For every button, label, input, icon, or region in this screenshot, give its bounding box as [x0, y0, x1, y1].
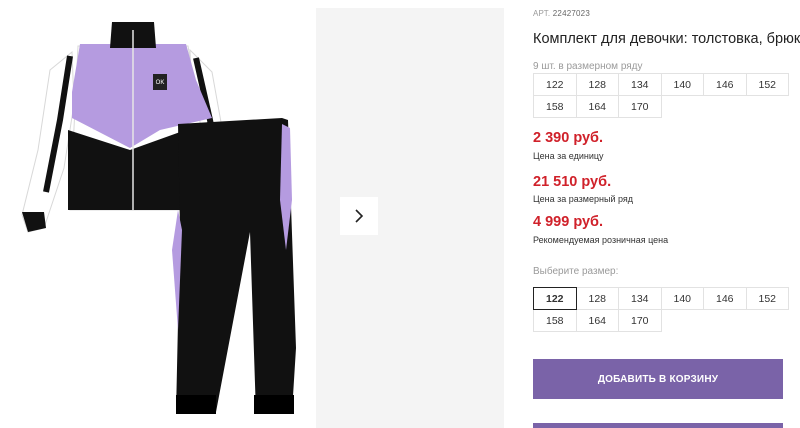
secondary-action-button[interactable] — [533, 423, 783, 428]
price-unit: 2 390 руб. — [533, 130, 604, 146]
product-image[interactable]: OK — [0, 0, 316, 428]
add-to-cart-button[interactable]: ДОБАВИТЬ В КОРЗИНУ — [533, 359, 783, 399]
price-row: 21 510 руб. — [533, 174, 612, 190]
product-gallery: OK — [0, 0, 505, 428]
article-prefix: АРТ. — [533, 9, 551, 18]
price-retail: 4 999 руб. — [533, 214, 604, 230]
product-info-panel: АРТ. 22427023 Комплект для девочки: толс… — [533, 0, 800, 428]
size-row-cell: 146 — [703, 73, 747, 96]
size-selector: 122 128 134 140 146 152 158 164 170 — [533, 287, 789, 332]
size-row-cell: 158 — [533, 95, 577, 118]
gallery-next-button[interactable] — [340, 197, 378, 235]
price-unit-label: Цена за единицу — [533, 151, 604, 161]
article-number: АРТ. 22427023 — [533, 9, 590, 18]
size-row-cell: 128 — [575, 73, 619, 96]
size-row-note: 9 шт. в размерном ряду — [533, 61, 643, 72]
girls-tracksuit-photo: OK — [21, 22, 296, 414]
product-title: Комплект для девочки: толстовка, брюки — [533, 31, 800, 47]
size-option-134[interactable]: 134 — [618, 287, 662, 310]
size-option-158[interactable]: 158 — [533, 309, 577, 332]
chevron-right-icon — [355, 209, 364, 223]
size-row-cell: 152 — [745, 73, 789, 96]
size-option-128[interactable]: 128 — [575, 287, 619, 310]
size-option-164[interactable]: 164 — [575, 309, 619, 332]
size-row-cell: 164 — [575, 95, 619, 118]
svg-text:OK: OK — [156, 80, 165, 86]
size-option-152[interactable]: 152 — [745, 287, 789, 310]
size-option-122[interactable]: 122 — [533, 287, 577, 310]
size-row-grid: 122 128 134 140 146 152 158 164 170 — [533, 73, 789, 118]
size-row-cell: 140 — [660, 73, 704, 96]
size-row-cell: 170 — [618, 95, 662, 118]
size-option-146[interactable]: 146 — [703, 287, 747, 310]
size-row-cell: 122 — [533, 73, 577, 96]
size-option-170[interactable]: 170 — [618, 309, 662, 332]
price-retail-label: Рекомендуемая розничная цена — [533, 235, 669, 245]
size-row-cell: 134 — [618, 73, 662, 96]
size-option-140[interactable]: 140 — [660, 287, 704, 310]
article-value: 22427023 — [552, 9, 590, 18]
price-row-label: Цена за размерный ряд — [533, 194, 634, 204]
choose-size-label: Выберите размер: — [533, 266, 619, 277]
